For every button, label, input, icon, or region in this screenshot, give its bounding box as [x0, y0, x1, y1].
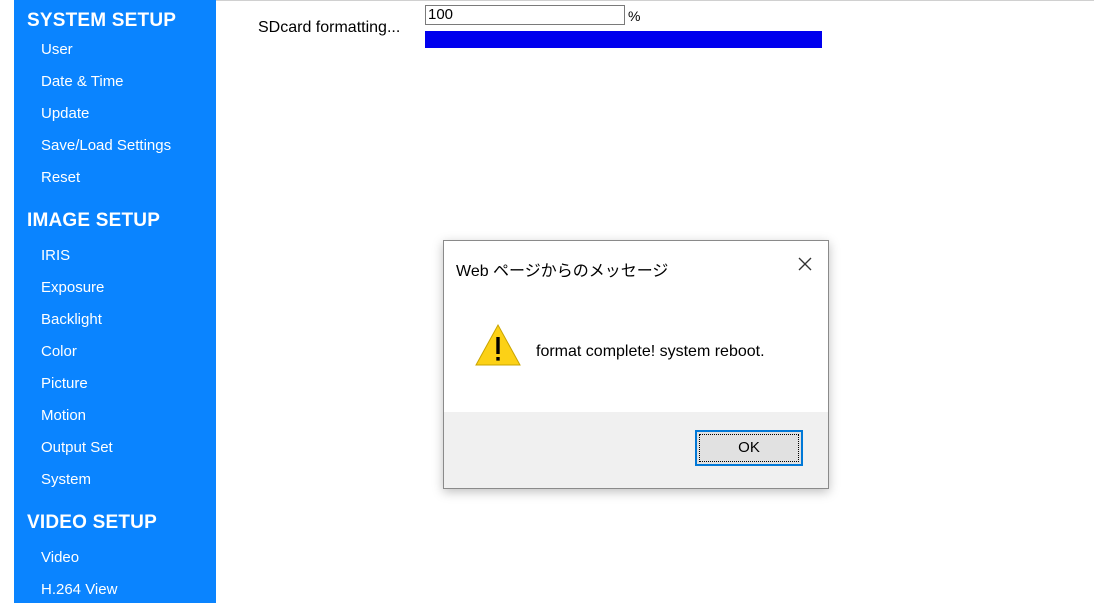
message-dialog: Web ページからのメッセージ format complete! system … — [443, 240, 829, 489]
top-divider — [216, 0, 1094, 1]
sidebar-item-color[interactable]: Color — [14, 336, 216, 368]
warning-icon — [474, 323, 522, 367]
dialog-footer: OK — [444, 412, 828, 488]
sidebar-item-user[interactable]: User — [14, 34, 216, 66]
sidebar-item-h264-view[interactable]: H.264 View — [14, 574, 216, 603]
sidebar-item-motion[interactable]: Motion — [14, 400, 216, 432]
sidebar-item-picture[interactable]: Picture — [14, 368, 216, 400]
progress-label: SDcard formatting... — [258, 19, 401, 36]
ok-button-label: OK — [738, 439, 760, 456]
sidebar-item-reset[interactable]: Reset — [14, 162, 216, 194]
sidebar-item-update[interactable]: Update — [14, 98, 216, 130]
section-title-video-setup: VIDEO SETUP — [27, 512, 157, 533]
section-title-image-setup: IMAGE SETUP — [27, 210, 161, 231]
sidebar-item-video[interactable]: Video — [14, 542, 216, 574]
sidebar-item-backlight[interactable]: Backlight — [14, 304, 216, 336]
ok-button[interactable]: OK — [695, 430, 803, 466]
sidebar-item-iris[interactable]: IRIS — [14, 240, 216, 272]
sidebar-item-save-load-settings[interactable]: Save/Load Settings — [14, 130, 216, 162]
progress-bar-fill — [425, 31, 822, 48]
section-title-system-setup: SYSTEM SETUP — [27, 10, 177, 31]
close-icon[interactable] — [792, 251, 818, 277]
progress-value-field: 100 — [425, 5, 625, 25]
sidebar-nav: SYSTEM SETUP User Date & Time Update Sav… — [14, 0, 216, 603]
page-root: SYSTEM SETUP User Date & Time Update Sav… — [0, 0, 1094, 603]
sidebar-item-system[interactable]: System — [14, 464, 216, 496]
progress-bar — [425, 31, 822, 48]
dialog-body: format complete! system reboot. — [444, 301, 828, 413]
sidebar-item-output-set[interactable]: Output Set — [14, 432, 216, 464]
sidebar-item-date-time[interactable]: Date & Time — [14, 66, 216, 98]
progress-unit: % — [628, 8, 641, 24]
dialog-message: format complete! system reboot. — [536, 343, 765, 360]
dialog-title: Web ページからのメッセージ — [456, 263, 669, 280]
sidebar-item-exposure[interactable]: Exposure — [14, 272, 216, 304]
